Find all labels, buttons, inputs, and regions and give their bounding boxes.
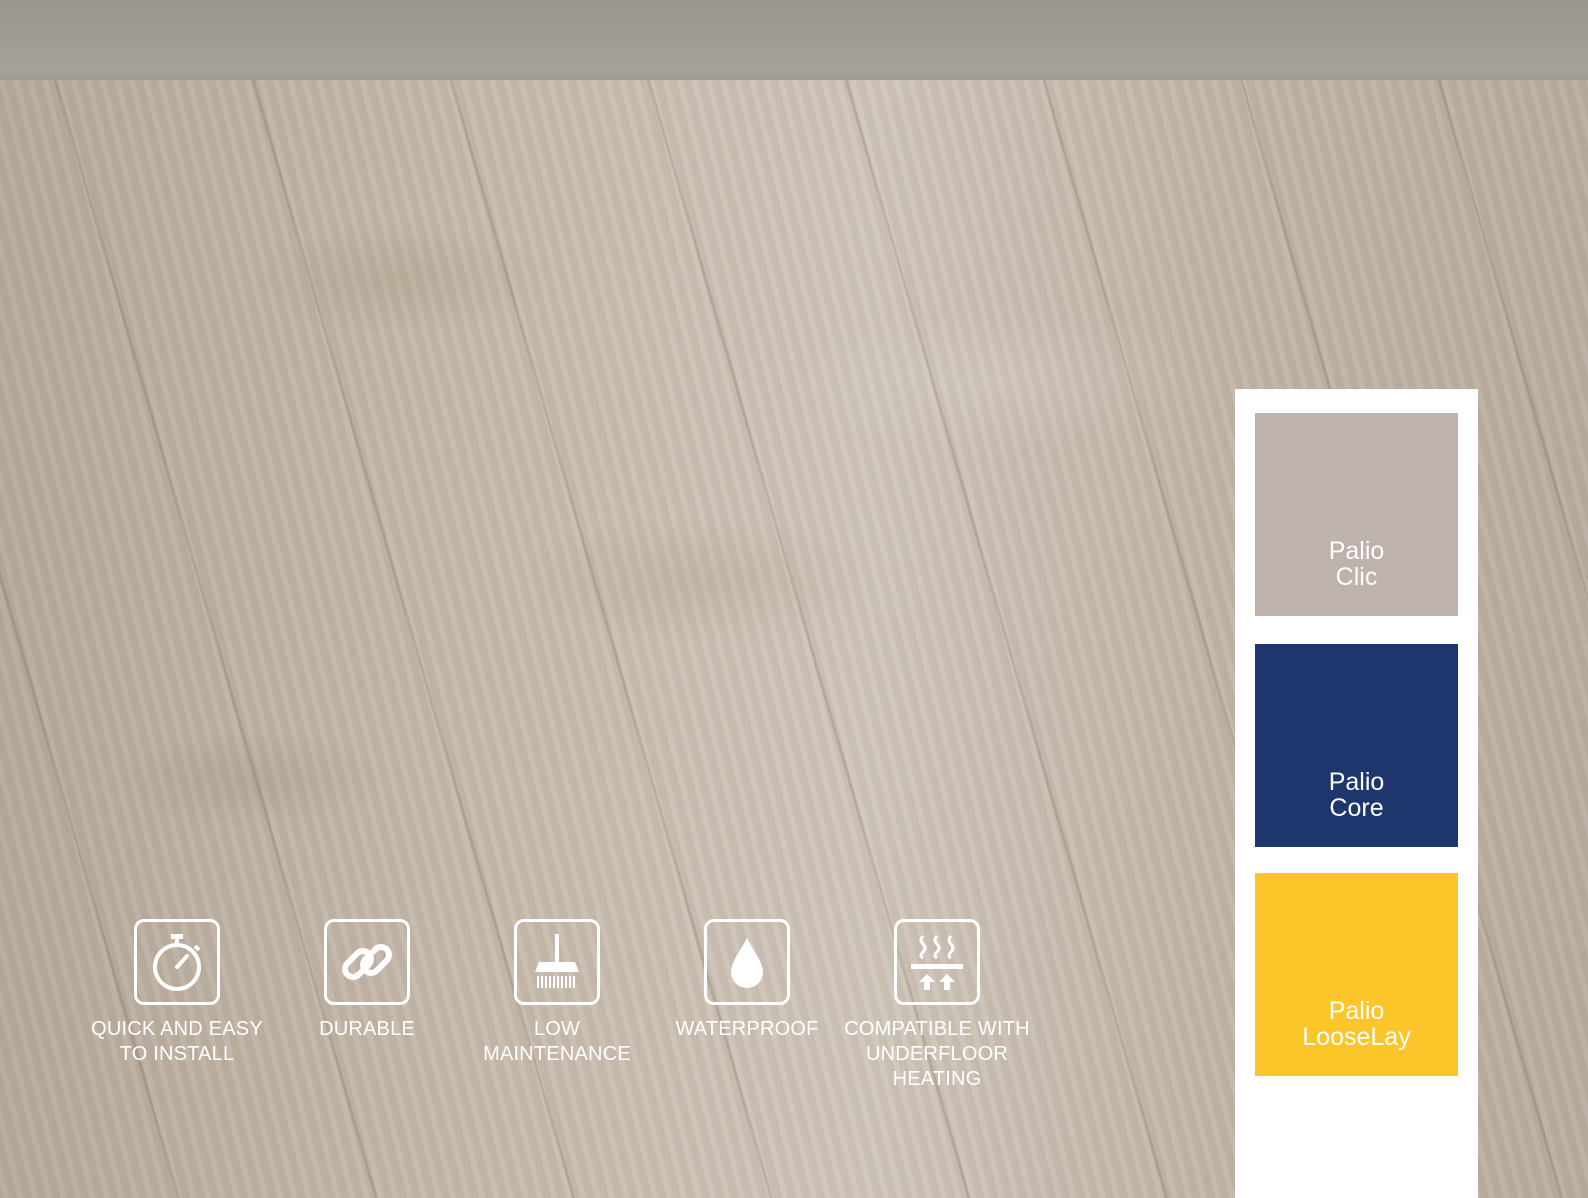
feature-waterproof: WATERPROOF (652, 919, 842, 1042)
feature-low-maintenance: LOW MAINTENANCE (462, 919, 652, 1067)
product-tile-palio-core[interactable]: Palio Core (1255, 644, 1458, 847)
feature-label: LOW MAINTENANCE (483, 1018, 631, 1065)
feature-label: QUICK AND EASY TO INSTALL (91, 1018, 263, 1065)
feature-durable: DURABLE (272, 919, 462, 1042)
stopwatch-icon (134, 919, 220, 1005)
feature-label: COMPATIBLE WITH UNDERFLOOR HEATING (844, 1018, 1030, 1090)
feature-icons-row: QUICK AND EASY TO INSTALL DURABLE LOW MA… (0, 919, 1100, 1119)
product-tile-palio-clic[interactable]: Palio Clic (1255, 413, 1458, 616)
feature-label: WATERPROOF (675, 1018, 819, 1040)
underfloor-heating-icon (894, 919, 980, 1005)
feature-label: DURABLE (319, 1018, 415, 1040)
feature-quick-install: QUICK AND EASY TO INSTALL (82, 919, 272, 1067)
chain-link-icon (324, 919, 410, 1005)
broom-icon (514, 919, 600, 1005)
feature-underfloor-heating: COMPATIBLE WITH UNDERFLOOR HEATING (842, 919, 1032, 1092)
product-tile-palio-looselay[interactable]: Palio LooseLay (1255, 873, 1458, 1076)
water-drop-icon (704, 919, 790, 1005)
product-range-panel: Palio Clic Palio Core Palio LooseLay (1235, 389, 1478, 1198)
